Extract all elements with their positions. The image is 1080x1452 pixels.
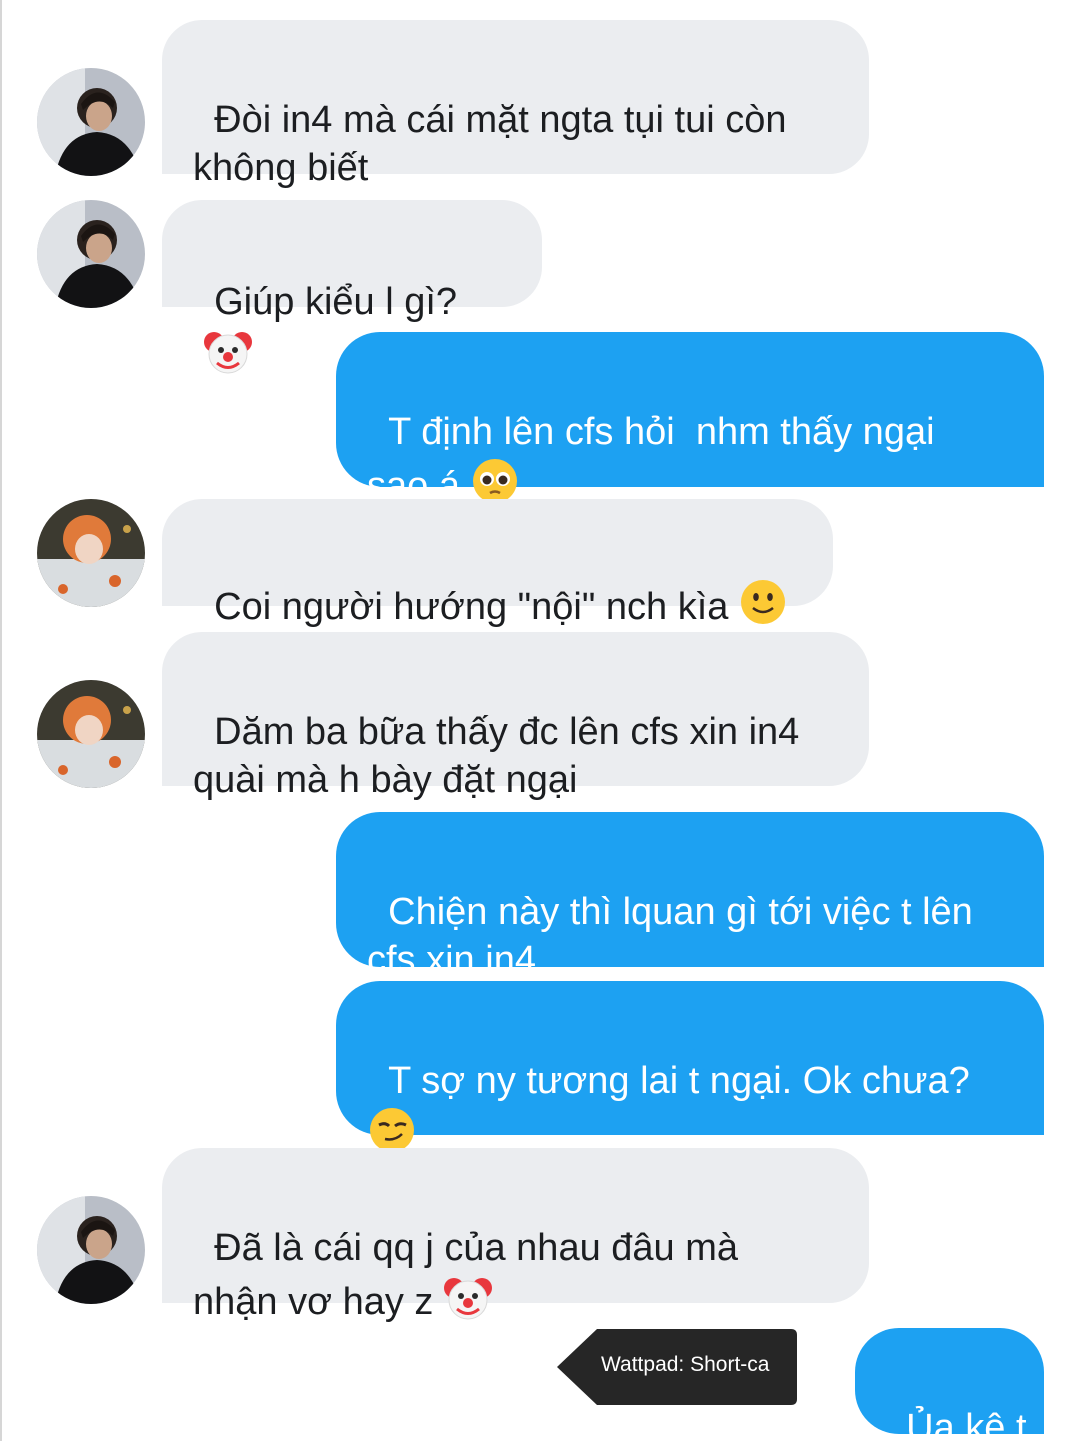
message-bubble-outgoing[interactable]: T định lên cfs hỏi nhm thấy ngại sao á: [336, 332, 1044, 507]
watermark-text: Wattpad: Short-ca: [601, 1353, 770, 1376]
message-text: Coi người hướng "nội" nch kìa: [214, 586, 729, 628]
message-text: T định lên cfs hỏi nhm thấy ngại sao á: [367, 411, 935, 507]
message-bubble-incoming[interactable]: Đã là cái qq j của nhau đâu mà nhận vơ h…: [162, 1148, 869, 1323]
left-border: [0, 0, 2, 1441]
message-text: T sợ ny tương lai t ngại. Ok chưa?: [388, 1060, 970, 1102]
slightly-smiling-face-icon: [738, 577, 788, 639]
avatar-red-hair[interactable]: [37, 499, 145, 607]
message-bubble-incoming[interactable]: Giúp kiểu l gì?: [162, 200, 542, 374]
message-text: Đòi in4 mà cái mặt ngta tụi tui còn khôn…: [193, 99, 787, 189]
message-text: Ủa kệ t: [906, 1407, 1027, 1449]
watermark-tag: Wattpad: Short-ca: [553, 1327, 799, 1407]
avatar-boy-in-black[interactable]: [37, 68, 145, 176]
message-text: Giúp kiểu l gì?: [214, 281, 458, 323]
message-text: Chiện này thì lquan gì tới việc t lên cf…: [367, 891, 973, 981]
clown-face-icon: [443, 1272, 493, 1334]
message-bubble-outgoing[interactable]: T sợ ny tương lai t ngại. Ok chưa?: [336, 981, 1044, 1152]
message-bubble-incoming[interactable]: Coi người hướng "nội" nch kìa: [162, 499, 833, 628]
avatar-boy-in-black[interactable]: [37, 200, 145, 308]
message-bubble-incoming[interactable]: Đòi in4 mà cái mặt ngta tụi tui còn khôn…: [162, 20, 869, 189]
message-bubble-incoming[interactable]: Dăm ba bữa thấy đc lên cfs xin in4 quài …: [162, 632, 869, 801]
avatar-red-hair[interactable]: [37, 680, 145, 788]
avatar-boy-in-black[interactable]: [37, 1196, 145, 1304]
message-text: Dăm ba bữa thấy đc lên cfs xin in4 quài …: [193, 711, 800, 801]
clown-face-icon: [203, 326, 253, 388]
message-bubble-outgoing[interactable]: Ủa kệ t: [855, 1328, 1044, 1449]
message-bubble-outgoing[interactable]: Chiện này thì lquan gì tới việc t lên cf…: [336, 812, 1044, 981]
